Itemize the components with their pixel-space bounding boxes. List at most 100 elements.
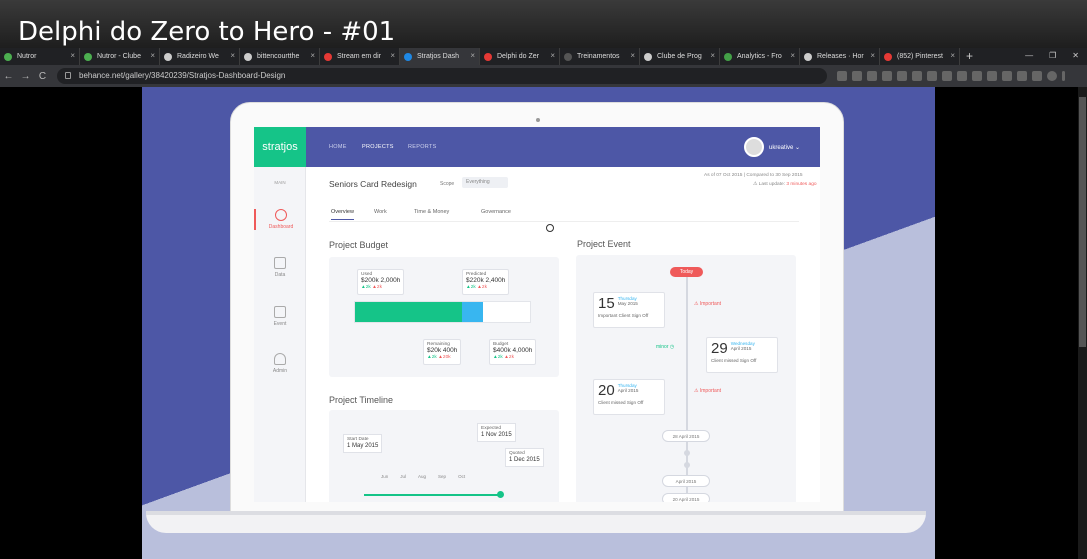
user-avatar[interactable] [744,137,764,157]
browser-tab[interactable]: Stream em dir × [320,48,400,65]
event-card-2[interactable]: 29 Wednesday April 2015 Client missed Sign … [706,337,778,373]
start-date-label: Start Date [347,437,369,442]
tab-label: Nutror - Clube [97,53,141,60]
extension-icon[interactable] [972,71,982,81]
favicon-icon [644,52,652,61]
remaining-value: $20k 400h [427,347,458,355]
extension-icon[interactable] [882,71,892,81]
reload-button[interactable]: C [34,71,51,82]
extension-icon[interactable] [987,71,997,81]
user-menu[interactable]: ukreative ⌄ [769,144,800,151]
forward-button[interactable]: → [17,71,34,82]
extension-icon[interactable] [1017,71,1027,81]
close-window-button[interactable]: ✕ [1072,48,1079,64]
browser-tab[interactable]: bittencourtthe × [240,48,320,65]
back-button[interactable]: ← [0,71,17,82]
scrollbar-thumb[interactable] [1079,97,1086,347]
lock-icon [65,72,71,79]
extension-icon[interactable] [1032,71,1042,81]
favicon-icon [4,52,12,61]
browser-tab[interactable]: Clube de Prog × [640,48,720,65]
favicon-icon [564,52,572,61]
tab-overview[interactable]: Overview [331,209,354,220]
nav-home[interactable]: HOME [329,144,347,150]
browser-tab[interactable]: Nutror - Clube × [80,48,160,65]
close-tab-icon[interactable]: × [630,51,635,60]
scope-select[interactable]: Everything [462,177,508,188]
close-tab-icon[interactable]: × [950,51,955,60]
extension-icon[interactable] [1002,71,1012,81]
event-card-1[interactable]: 15 Thursday May 2015 Important Client Sign … [593,292,665,328]
event-day: 15 [598,295,615,312]
favicon-icon [484,52,492,61]
browser-tab[interactable]: Stratjos Dash × [400,48,480,65]
close-tab-icon[interactable]: × [310,51,315,60]
extension-icon[interactable] [897,71,907,81]
browser-tab[interactable]: Nutror × [0,48,80,65]
page-scrollbar[interactable] [1078,87,1087,559]
close-tab-icon[interactable]: × [230,51,235,60]
extension-icon[interactable] [912,71,922,81]
used-value: $200k 2,000h [361,277,401,285]
predicted-value: $220k 2,400h [466,277,506,285]
browser-tab[interactable]: Delphi do Zer × [480,48,560,65]
tab-work[interactable]: Work [374,209,387,215]
maximize-button[interactable]: ❐ [1049,48,1056,64]
event-month: May 2015 [617,301,638,306]
extension-icon[interactable] [942,71,952,81]
close-tab-icon[interactable]: × [870,51,875,60]
zoom-cursor-icon [546,224,554,232]
calendar-icon [274,306,286,318]
user-icon [274,353,286,365]
close-tab-icon[interactable]: × [470,51,475,60]
page-viewport: stratjos HOME PROJECTS REPORTS ukreative… [0,87,1087,559]
menu-icon[interactable] [1062,71,1065,81]
compared-text: Compared to 30 Sep 2015 [746,173,803,178]
extension-icon[interactable] [867,71,877,81]
nav-reports[interactable]: REPORTS [408,144,437,150]
new-tab-button[interactable]: + [960,48,979,65]
tab-label: Stream em dir [337,53,381,60]
tab-governance[interactable]: Governance [481,209,511,215]
tab-time-money[interactable]: Time & Money [414,209,449,215]
chevron-down-icon: ⌄ [795,145,801,151]
project-name: Seniors Card Redesign [329,179,417,189]
sidebar-item-event[interactable]: Event [254,306,306,327]
event-card: Today 15 Thursday May 2015 Important Client… [576,255,796,502]
sidebar-item-dashboard[interactable]: Dashboard [254,209,306,230]
remaining-delta: ▲20k [438,355,451,361]
close-tab-icon[interactable]: × [150,51,155,60]
warning-icon: ⚠ [753,182,758,187]
nav-projects[interactable]: PROJECTS [362,144,394,150]
date-pill: 20 April 2015 [662,493,710,502]
minimize-button[interactable]: — [1025,48,1033,64]
event-desc: Client missed Sign Off [711,358,757,363]
close-tab-icon[interactable]: × [710,51,715,60]
close-tab-icon[interactable]: × [390,51,395,60]
address-bar[interactable]: behance.net/gallery/38420239/Stratjos-Da… [57,68,827,84]
browser-tab[interactable]: Analytics - Fro × [720,48,800,65]
tab-label: bittencourtthe [257,53,300,60]
important-tag: ⚠ Important [694,301,721,307]
browser-tab[interactable]: (852) Pinterest × [880,48,960,65]
event-card-3[interactable]: 20 Thursday April 2015 Client missed Sign O… [593,379,665,415]
extension-icon[interactable] [927,71,937,81]
video-title-bar: Delphi do Zero to Hero - #01 [0,0,1087,48]
extension-icon[interactable] [852,71,862,81]
star-icon[interactable] [837,71,847,81]
sidebar-item-label: Event [273,321,287,327]
sidebar-item-admin[interactable]: Admin [254,353,306,374]
close-tab-icon[interactable]: × [790,51,795,60]
browser-tab[interactable]: Releases · Hor × [800,48,880,65]
favicon-icon [84,52,92,61]
profile-avatar[interactable] [1047,71,1057,81]
remaining-tooltip: Remaining $20k 400h ▲2k ▲20k [423,339,462,365]
close-tab-icon[interactable]: × [550,51,555,60]
browser-tab-strip: Nutror × Nutror - Clube × Radizeiro We × bitte… [0,48,1087,65]
close-tab-icon[interactable]: × [70,51,75,60]
extension-icon[interactable] [957,71,967,81]
expected-tooltip: Expected 1 Nov 2015 [477,423,516,442]
browser-tab[interactable]: Treinamentos × [560,48,640,65]
sidebar-item-data[interactable]: Data [254,257,306,278]
browser-tab[interactable]: Radizeiro We × [160,48,240,65]
